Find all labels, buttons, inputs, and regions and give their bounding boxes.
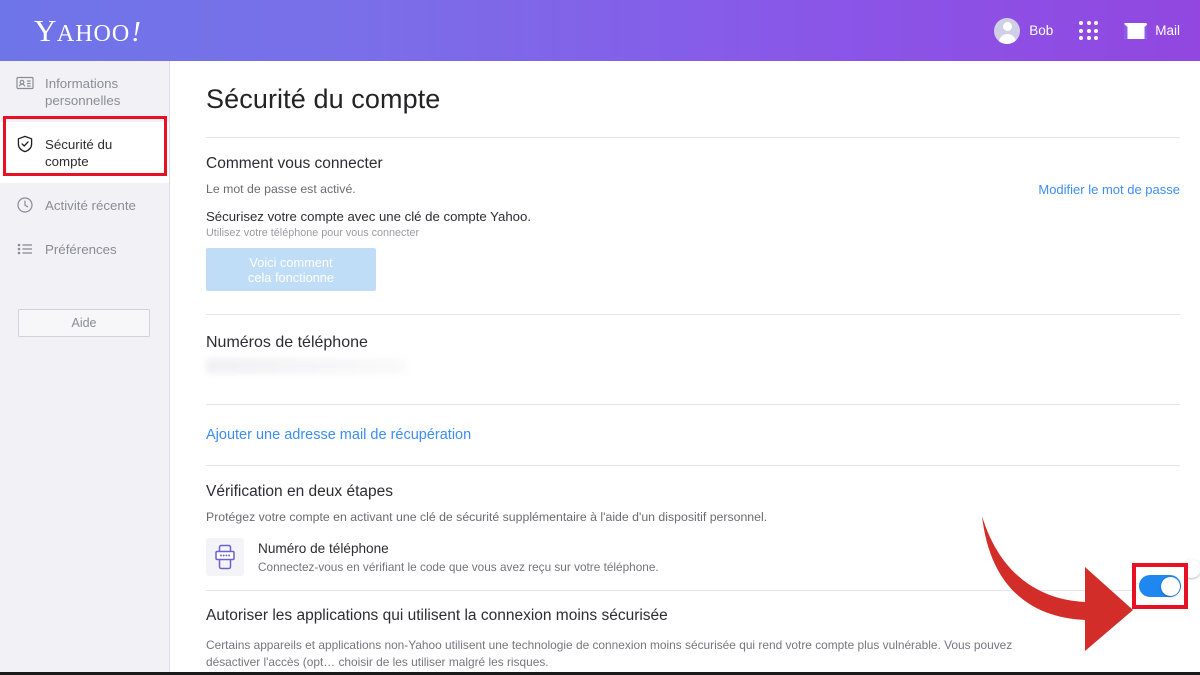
sidebar-item-label: Préférences (45, 242, 117, 257)
top-header: Y AHOO! Bob Mail (0, 0, 1200, 61)
two-step-sub: Protégez votre compte en activant une cl… (206, 510, 768, 524)
less-secure-toggle[interactable] (1139, 575, 1181, 597)
list-icon (16, 240, 34, 258)
password-status: Le mot de passe est activé. (206, 182, 356, 196)
less-secure-heading: Autoriser les applications qui utilisent… (206, 607, 668, 624)
change-password-link[interactable]: Modifier le mot de passe (1038, 182, 1180, 197)
yahoo-logo[interactable]: Y AHOO! (34, 13, 141, 49)
section-signin: Comment vous connecter Le mot de passe e… (206, 137, 1180, 314)
less-secure-body: Certains appareils et applications non-Y… (206, 638, 1013, 669)
help-button-wrap: Aide (0, 271, 169, 337)
apps-grid-icon[interactable] (1079, 21, 1099, 40)
section-phone-numbers: Numéros de téléphone (206, 314, 1180, 404)
how-it-works-button[interactable]: Voici comment cela fonctionne (206, 248, 376, 291)
two-step-heading: Vérification en deux étapes (206, 483, 393, 500)
sidebar-item-label: Activité récente (45, 198, 136, 213)
account-key-block: Sécurisez votre compte avec une clé de c… (206, 197, 1180, 297)
help-button[interactable]: Aide (18, 309, 150, 337)
avatar-icon (994, 17, 1021, 44)
sidebar: Informations personnelles Sécurité du co… (0, 61, 170, 672)
mail-link[interactable]: Mail (1124, 22, 1180, 39)
less-secure-toggle-highlight (1132, 563, 1188, 609)
yahoo-account-security-page: Y AHOO! Bob Mail Informations personnell… (0, 0, 1200, 675)
account-key-sub: Utilisez votre téléphone pour vous conne… (206, 227, 420, 239)
envelope-icon (1124, 22, 1148, 39)
header-actions: Bob Mail (994, 17, 1180, 44)
shield-check-icon (16, 135, 34, 153)
main-content: Sécurité du compte Comment vous connecte… (171, 61, 1200, 672)
clock-icon (16, 196, 34, 214)
account-key-title: Sécurisez votre compte avec une clé de c… (206, 209, 531, 224)
user-name-label: Bob (1029, 23, 1054, 38)
section-two-step-verification: Vérification en deux étapes Protégez vot… (206, 465, 1200, 590)
sidebar-item-label: Informations personnelles (45, 76, 121, 108)
two-step-device-text: Numéro de téléphone Connectez-vous en vé… (258, 541, 659, 574)
two-step-device-sub: Connectez-vous en vérifiant le code que … (258, 559, 659, 574)
toggle-knob (1160, 576, 1180, 596)
two-step-device-row: Numéro de téléphone Connectez-vous en vé… (206, 538, 1200, 578)
phone-numbers-heading: Numéros de téléphone (206, 334, 368, 351)
phone-numbers-redacted-value (206, 358, 406, 374)
id-card-icon (16, 74, 34, 92)
sidebar-item-label: Sécurité du compte (45, 137, 113, 169)
sidebar-item-securite-du-compte[interactable]: Sécurité du compte (0, 122, 169, 183)
sidebar-item-informations-personnelles[interactable]: Informations personnelles (0, 61, 169, 122)
how-it-works-line2: cela fonctionne (247, 269, 335, 285)
signin-heading: Comment vous connecter (206, 155, 383, 172)
section-less-secure-apps: Autoriser les applications qui utilisent… (206, 590, 1180, 675)
two-step-device-title: Numéro de téléphone (258, 540, 389, 556)
sidebar-item-activite-recente[interactable]: Activité récente (0, 183, 169, 227)
how-it-works-line1: Voici comment (249, 254, 333, 270)
section-recovery-email: Ajouter une adresse mail de récupération (206, 404, 1180, 465)
page-title: Sécurité du compte (206, 84, 441, 114)
phone-device-icon (206, 538, 244, 576)
mail-label: Mail (1155, 23, 1180, 38)
add-recovery-email-link[interactable]: Ajouter une adresse mail de récupération (206, 427, 471, 443)
sidebar-item-preferences[interactable]: Préférences (0, 227, 169, 271)
user-menu[interactable]: Bob (994, 17, 1054, 44)
